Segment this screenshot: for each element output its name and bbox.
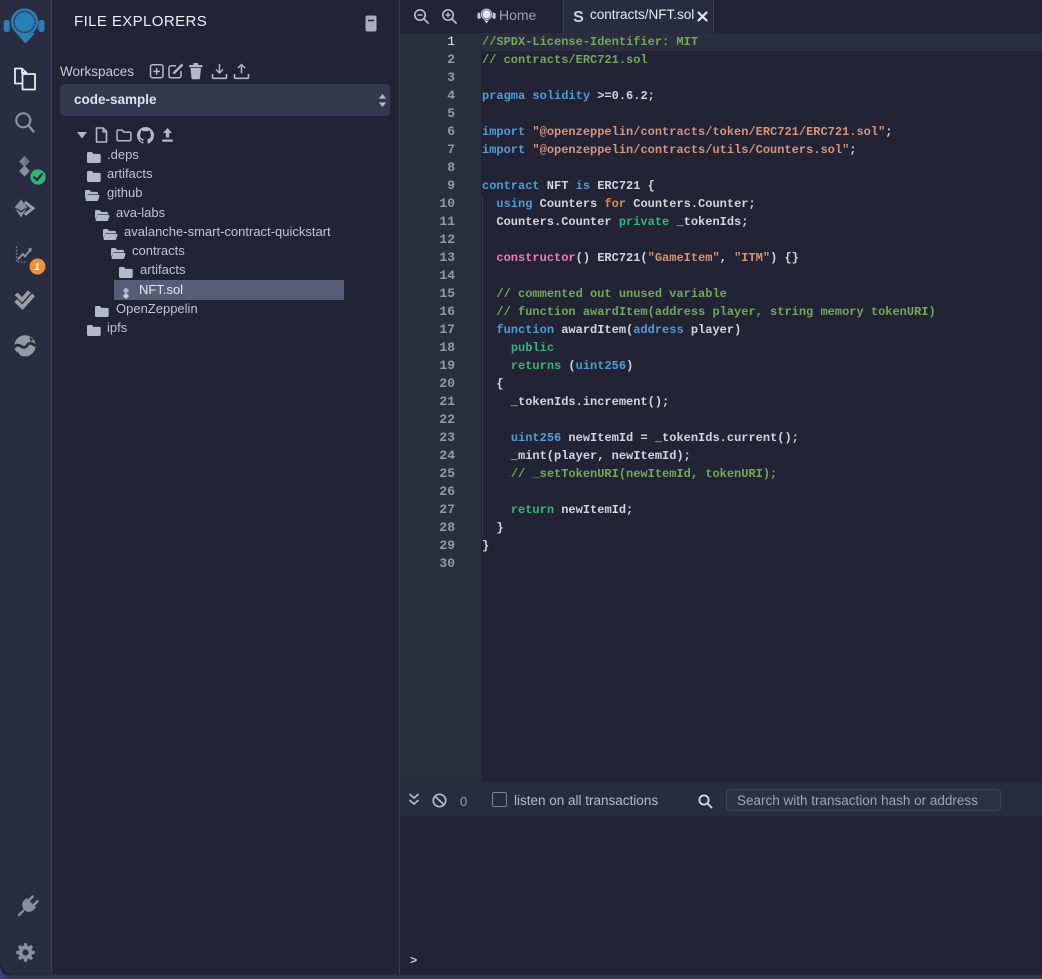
svg-text:1: 1 [34, 262, 40, 273]
svg-text:S: S [573, 9, 584, 25]
